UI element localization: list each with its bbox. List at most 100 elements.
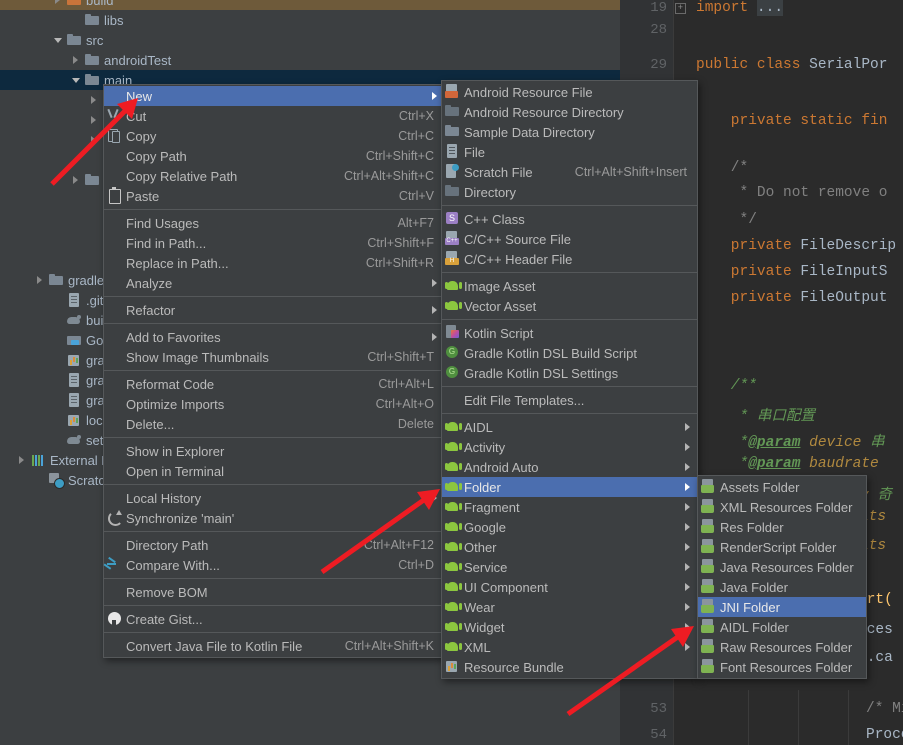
tree-row[interactable]: build <box>0 0 620 10</box>
menu-item-kotlin-script[interactable]: Kotlin Script <box>442 323 697 343</box>
menu-item-add-to-favorites[interactable]: Add to Favorites <box>104 327 444 347</box>
menu-item-android-resource-file[interactable]: Android Resource File <box>442 82 697 102</box>
menu-item-gradle-kotlin-dsl-build-script[interactable]: Gradle Kotlin DSL Build Script <box>442 343 697 363</box>
code-line[interactable]: private static fin <box>696 113 888 129</box>
menu-item-aidl[interactable]: AIDL <box>442 417 697 437</box>
chevron-right-icon[interactable] <box>72 55 81 65</box>
menu-item-paste[interactable]: Paste Ctrl+V <box>104 186 444 206</box>
code-line[interactable]: /** <box>696 378 757 394</box>
menu-item-synchronize-main[interactable]: Synchronize 'main' <box>104 508 444 528</box>
menu-item-compare-with[interactable]: Compare With... Ctrl+D <box>104 555 444 575</box>
tree-row[interactable]: src <box>0 30 620 50</box>
chevron-right-icon[interactable] <box>54 0 63 5</box>
menu-item-analyze[interactable]: Analyze <box>104 273 444 293</box>
code-line[interactable]: *@param device 串 <box>696 430 885 451</box>
menu-item-reformat-code[interactable]: Reformat Code Ctrl+Alt+L <box>104 374 444 394</box>
chevron-down-icon[interactable] <box>72 76 81 85</box>
chevron-right-icon[interactable] <box>36 275 45 285</box>
code-line[interactable]: public class SerialPor <box>696 57 887 73</box>
menu-item-edit-file-templates[interactable]: Edit File Templates... <box>442 390 697 410</box>
chevron-right-icon[interactable] <box>90 135 99 145</box>
menu-item-folder[interactable]: Folder <box>442 477 697 497</box>
menu-item-raw-resources-folder[interactable]: Raw Resources Folder <box>698 637 866 657</box>
new-submenu[interactable]: Android Resource File Android Resource Di… <box>441 80 698 679</box>
menu-item-directory-path[interactable]: Directory Path Ctrl+Alt+F12 <box>104 535 444 555</box>
menu-item-vector-asset[interactable]: Vector Asset <box>442 296 697 316</box>
menu-item-xml-resources-folder[interactable]: XML Resources Folder <box>698 497 866 517</box>
code-line[interactable]: /* <box>696 160 748 176</box>
menu-item-create-gist[interactable]: Create Gist... <box>104 609 444 629</box>
menu-item-gradle-kotlin-dsl-settings[interactable]: Gradle Kotlin DSL Settings <box>442 363 697 383</box>
code-line[interactable]: private FileInputS <box>696 264 888 280</box>
code-line[interactable]: /* Mis <box>866 701 903 717</box>
menu-item-resource-bundle[interactable]: Resource Bundle <box>442 657 697 677</box>
menu-item-copy-relative-path[interactable]: Copy Relative Path Ctrl+Alt+Shift+C <box>104 166 444 186</box>
menu-item-scratch-file[interactable]: Scratch File Ctrl+Alt+Shift+Insert <box>442 162 697 182</box>
twisty-spacer <box>54 436 63 445</box>
menu-item-aidl-folder[interactable]: AIDL Folder <box>698 617 866 637</box>
menu-item-other[interactable]: Other <box>442 537 697 557</box>
code-line[interactable]: */ <box>696 212 757 228</box>
menu-separator <box>104 578 444 579</box>
menu-item-assets-folder[interactable]: Assets Folder <box>698 477 866 497</box>
chevron-down-icon[interactable] <box>54 36 63 45</box>
menu-item-renderscript-folder[interactable]: RenderScript Folder <box>698 537 866 557</box>
menu-item-replace-in-path[interactable]: Replace in Path... Ctrl+Shift+R <box>104 253 444 273</box>
menu-item-copy[interactable]: Copy Ctrl+C <box>104 126 444 146</box>
folder-submenu[interactable]: Assets Folder XML Resources Folder Res Fol… <box>697 475 867 679</box>
chevron-right-icon[interactable] <box>72 175 81 185</box>
chevron-right-icon[interactable] <box>90 95 99 105</box>
menu-item-find-in-path[interactable]: Find in Path... Ctrl+Shift+F <box>104 233 444 253</box>
menu-item-service[interactable]: Service <box>442 557 697 577</box>
chevron-right-icon[interactable] <box>90 115 99 125</box>
tree-row[interactable]: libs <box>0 10 620 30</box>
menu-item-wear[interactable]: Wear <box>442 597 697 617</box>
menu-item-find-usages[interactable]: Find Usages Alt+F7 <box>104 213 444 233</box>
code-line[interactable]: private FileOutput <box>696 290 888 306</box>
tree-row[interactable]: androidTest <box>0 50 620 70</box>
menu-item-local-history[interactable]: Local History <box>104 488 444 508</box>
menu-item-widget[interactable]: Widget <box>442 617 697 637</box>
menu-item-remove-bom[interactable]: Remove BOM <box>104 582 444 602</box>
menu-item-c-class[interactable]: C++ Class <box>442 209 697 229</box>
menu-item-fragment[interactable]: Fragment <box>442 497 697 517</box>
menu-item-android-auto[interactable]: Android Auto <box>442 457 697 477</box>
code-line[interactable]: * Do not remove o <box>696 185 888 201</box>
menu-item-java-folder[interactable]: Java Folder <box>698 577 866 597</box>
file-context-menu[interactable]: New Cut Ctrl+X Copy Ctrl+C Copy Path Ctrl+Shif… <box>103 84 445 658</box>
menu-item-refactor[interactable]: Refactor <box>104 300 444 320</box>
menu-item-convert-java-file-to-kotlin-file[interactable]: Convert Java File to Kotlin File Ctrl+Alt… <box>104 636 444 656</box>
menu-item-show-in-explorer[interactable]: Show in Explorer <box>104 441 444 461</box>
code-line[interactable]: *@param baudrate <box>696 456 879 472</box>
fold-expand-icon[interactable]: + <box>675 3 686 14</box>
menu-item-android-resource-directory[interactable]: Android Resource Directory <box>442 102 697 122</box>
menu-item-activity[interactable]: Activity <box>442 437 697 457</box>
menu-item-java-resources-folder[interactable]: Java Resources Folder <box>698 557 866 577</box>
code-line[interactable]: Proces <box>866 727 903 743</box>
menu-item-delete[interactable]: Delete... Delete <box>104 414 444 434</box>
menu-item-font-resources-folder[interactable]: Font Resources Folder <box>698 657 866 677</box>
menu-item-shortcut: Ctrl+Alt+L <box>378 377 434 391</box>
twisty-spacer <box>54 316 63 325</box>
menu-item-xml[interactable]: XML <box>442 637 697 657</box>
code-line[interactable]: private FileDescrip <box>696 238 896 254</box>
menu-item-open-in-terminal[interactable]: Open in Terminal <box>104 461 444 481</box>
menu-item-file[interactable]: File <box>442 142 697 162</box>
menu-item-image-asset[interactable]: Image Asset <box>442 276 697 296</box>
menu-item-copy-path[interactable]: Copy Path Ctrl+Shift+C <box>104 146 444 166</box>
menu-item-ui-component[interactable]: UI Component <box>442 577 697 597</box>
menu-item-jni-folder[interactable]: JNI Folder <box>698 597 866 617</box>
menu-item-optimize-imports[interactable]: Optimize Imports Ctrl+Alt+O <box>104 394 444 414</box>
menu-item-c-c-source-file[interactable]: C/C++ Source File <box>442 229 697 249</box>
code-line[interactable]: import ... <box>696 0 784 16</box>
menu-item-c-c-header-file[interactable]: C/C++ Header File <box>442 249 697 269</box>
menu-item-cut[interactable]: Cut Ctrl+X <box>104 106 444 126</box>
chevron-right-icon[interactable] <box>18 455 27 465</box>
menu-item-directory[interactable]: Directory <box>442 182 697 202</box>
menu-item-google[interactable]: Google <box>442 517 697 537</box>
code-line[interactable]: * 串口配置 <box>696 404 815 425</box>
menu-item-sample-data-directory[interactable]: Sample Data Directory <box>442 122 697 142</box>
menu-item-new[interactable]: New <box>104 86 444 106</box>
menu-item-show-image-thumbnails[interactable]: Show Image Thumbnails Ctrl+Shift+T <box>104 347 444 367</box>
menu-item-res-folder[interactable]: Res Folder <box>698 517 866 537</box>
